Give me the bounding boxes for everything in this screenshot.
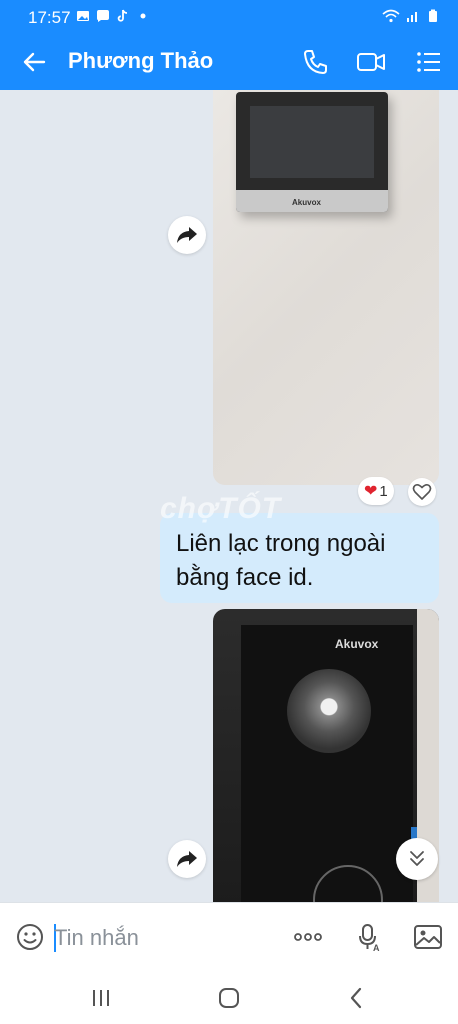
add-reaction-button[interactable] [408, 478, 436, 506]
video-call-icon[interactable] [355, 46, 387, 78]
double-chevron-down-icon [410, 851, 424, 866]
svg-text:A: A [373, 943, 380, 953]
back-nav-icon[interactable] [343, 984, 371, 1012]
doorbell-photo: Akuvox [241, 625, 435, 902]
phone-icon[interactable] [299, 46, 331, 78]
heart-reaction-icon: ❤ [364, 483, 378, 500]
share-arrow-icon [177, 851, 197, 867]
status-time: 17:57 [28, 8, 71, 27]
gallery-icon[interactable] [412, 921, 444, 953]
text-message[interactable]: Liên lạc trong ngoài bằng face id. [160, 513, 439, 603]
home-icon[interactable] [215, 984, 243, 1012]
dot-icon [140, 13, 146, 19]
chat-header: Phương Thảo [0, 34, 458, 90]
scroll-to-bottom-button[interactable] [396, 838, 438, 880]
watermark-logo: chợTỐT [160, 492, 282, 525]
messenger-icon [97, 10, 109, 22]
doorbell-brand: Akuvox [335, 637, 379, 651]
sticker-icon[interactable] [14, 921, 46, 953]
message-input[interactable] [54, 923, 274, 953]
composer-bar: A [0, 902, 458, 972]
share-button[interactable] [168, 840, 206, 878]
share-arrow-icon [177, 227, 197, 243]
message-text: Liên lạc trong ngoài bằng face id. [176, 530, 386, 591]
recent-apps-icon[interactable] [87, 984, 115, 1012]
wifi-icon [382, 9, 400, 23]
reaction-count: 1 [379, 482, 388, 500]
tiktok-icon [117, 9, 128, 22]
battery-icon [429, 9, 437, 22]
status-bar: 17:57 [0, 0, 458, 34]
signal-icon [407, 12, 417, 22]
monitor-photo: Akuvox [236, 92, 388, 212]
menu-icon[interactable] [413, 46, 445, 78]
contact-name[interactable]: Phương Thảo [68, 48, 213, 74]
image-message-monitor[interactable]: Akuvox [213, 90, 439, 485]
image-icon [77, 11, 89, 21]
more-options-icon[interactable] [292, 921, 324, 953]
message-list[interactable]: Akuvox ❤ 1 Liên lạc trong ngoài bằng fac… [0, 90, 458, 902]
camera-lens [287, 669, 371, 753]
reaction-badge[interactable]: ❤ 1 [358, 477, 394, 505]
system-nav-bar [0, 972, 458, 1024]
back-arrow-icon[interactable] [18, 46, 50, 78]
heart-outline-icon [412, 484, 432, 500]
voice-input-icon[interactable]: A [353, 921, 385, 953]
share-button[interactable] [168, 216, 206, 254]
monitor-brand: Akuvox [292, 198, 321, 207]
